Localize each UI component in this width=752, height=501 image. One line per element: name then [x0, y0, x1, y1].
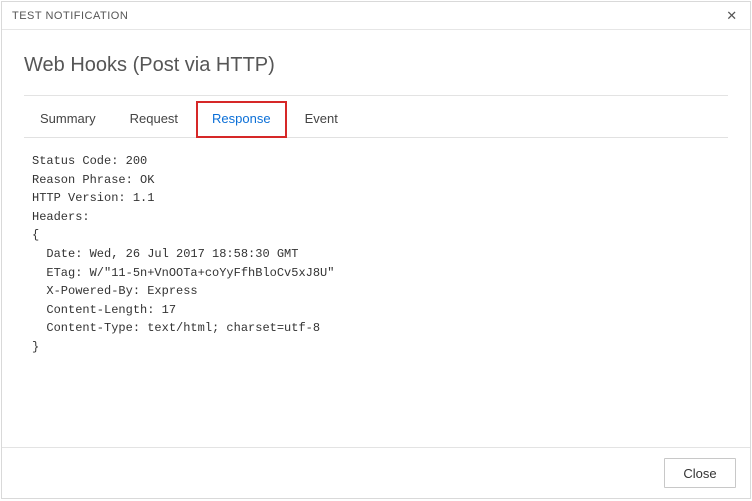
tab-bar: Summary Request Response Event — [24, 100, 728, 138]
dialog-footer: Close — [2, 447, 750, 498]
dialog-title: TEST NOTIFICATION — [12, 10, 128, 22]
close-button[interactable]: Close — [664, 458, 736, 488]
tab-event[interactable]: Event — [289, 101, 354, 138]
tab-request[interactable]: Request — [114, 101, 194, 138]
dialog-content: Web Hooks (Post via HTTP) Summary Reques… — [2, 30, 750, 447]
close-icon[interactable]: ✕ — [714, 2, 750, 30]
tab-response[interactable]: Response — [196, 101, 287, 138]
test-notification-dialog: TEST NOTIFICATION ✕ Web Hooks (Post via … — [1, 1, 751, 499]
response-text: Status Code: 200 Reason Phrase: OK HTTP … — [32, 152, 724, 357]
response-panel: Status Code: 200 Reason Phrase: OK HTTP … — [24, 138, 728, 437]
page-title: Web Hooks (Post via HTTP) — [24, 54, 728, 77]
divider — [24, 95, 728, 96]
titlebar: TEST NOTIFICATION ✕ — [2, 2, 750, 30]
tab-summary[interactable]: Summary — [24, 101, 112, 138]
